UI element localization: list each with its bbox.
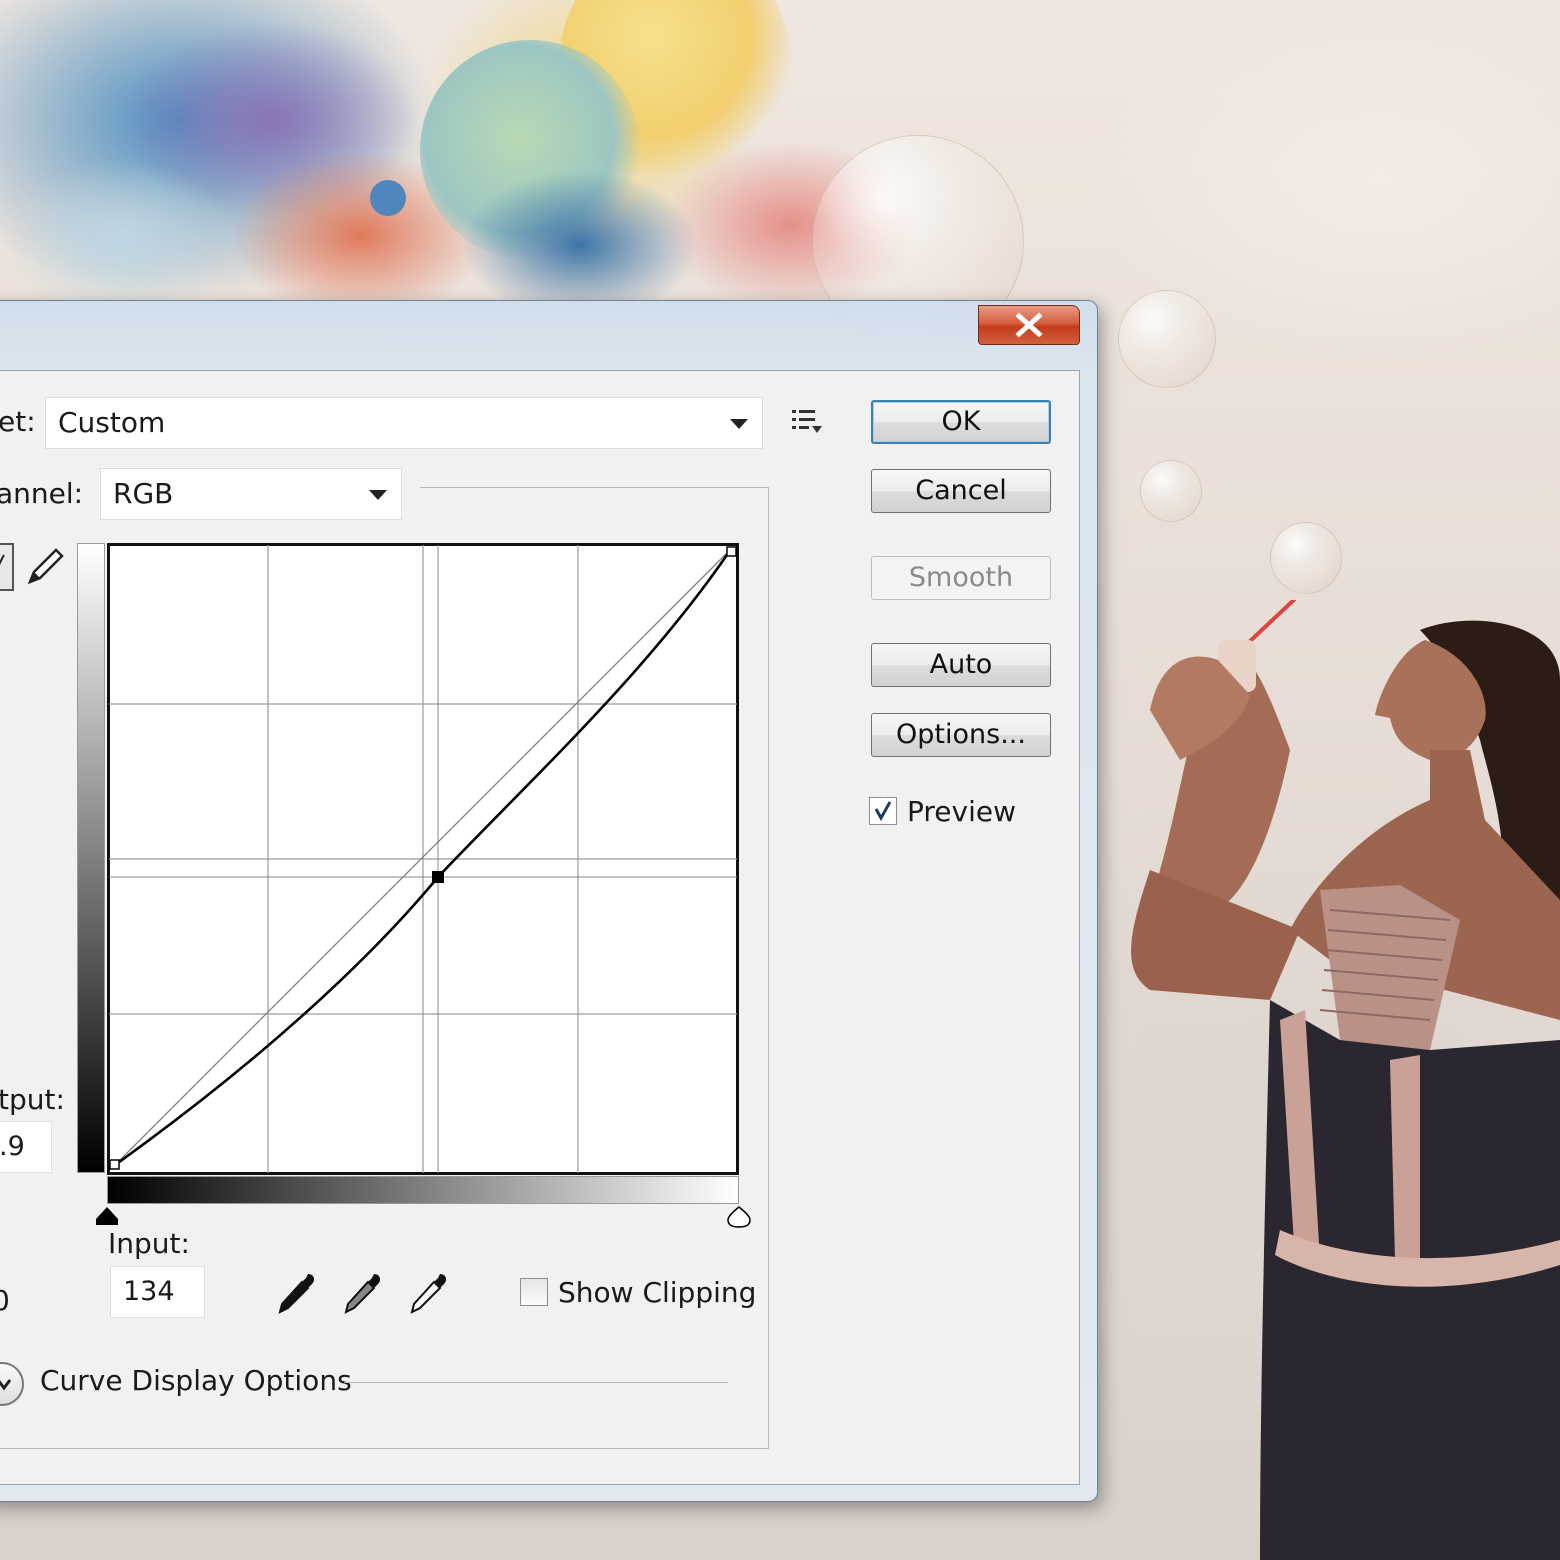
group-divider	[420, 487, 768, 488]
soap-bubble	[1140, 460, 1202, 522]
partial-label: 0	[0, 1284, 10, 1317]
black-eyedropper-icon[interactable]	[274, 1270, 320, 1316]
preview-label: Preview	[907, 795, 1016, 828]
curve-tool-icon	[0, 554, 5, 566]
channel-label: annel:	[0, 477, 84, 510]
ok-button[interactable]: OK	[871, 400, 1051, 444]
woman-blowing-bubbles-image	[1131, 600, 1560, 1560]
group-divider	[344, 1382, 728, 1383]
curve-display-options-label: Curve Display Options	[40, 1364, 352, 1397]
close-icon	[1015, 312, 1043, 338]
input-gradient-bar	[107, 1176, 739, 1204]
curve-end-point	[109, 1159, 120, 1170]
options-button[interactable]: Options...	[871, 713, 1051, 757]
soap-bubble	[1270, 522, 1342, 594]
chevron-down-icon	[730, 419, 748, 429]
close-button[interactable]	[978, 305, 1080, 345]
auto-button[interactable]: Auto	[871, 643, 1051, 687]
preset-options-icon[interactable]	[792, 408, 824, 436]
white-point-slider[interactable]	[726, 1206, 752, 1228]
curve-control-point	[432, 871, 444, 883]
preview-checkbox[interactable]	[869, 797, 897, 825]
curve-end-point	[726, 546, 737, 557]
channel-value: RGB	[113, 477, 174, 510]
show-clipping-label: Show Clipping	[558, 1276, 757, 1309]
chevron-down-icon	[369, 490, 387, 500]
gray-eyedropper-icon[interactable]	[340, 1270, 386, 1316]
pencil-tool-icon[interactable]	[24, 546, 66, 588]
input-field[interactable]: 134	[110, 1266, 205, 1318]
group-divider	[768, 487, 769, 1449]
output-gradient-bar	[77, 543, 105, 1173]
white-eyedropper-icon[interactable]	[406, 1270, 452, 1316]
chevron-down-icon	[0, 1379, 12, 1391]
preset-dropdown[interactable]: Custom	[45, 397, 763, 449]
curve-point-tool[interactable]	[0, 543, 14, 591]
curve-display-toggle[interactable]	[0, 1362, 24, 1406]
input-label: Input:	[108, 1227, 190, 1260]
channel-dropdown[interactable]: RGB	[100, 468, 402, 520]
output-field[interactable]: .9	[0, 1121, 52, 1173]
soap-bubble	[1118, 290, 1216, 388]
preset-label: et:	[0, 405, 36, 438]
black-point-slider[interactable]	[94, 1206, 120, 1226]
preset-value: Custom	[58, 406, 166, 439]
curves-graph[interactable]	[107, 543, 739, 1175]
smooth-button[interactable]: Smooth	[871, 556, 1051, 600]
group-divider	[0, 1448, 768, 1449]
checkmark-icon	[874, 801, 892, 822]
output-label: tput:	[0, 1083, 65, 1116]
cancel-button[interactable]: Cancel	[871, 469, 1051, 513]
show-clipping-checkbox[interactable]	[520, 1278, 548, 1306]
